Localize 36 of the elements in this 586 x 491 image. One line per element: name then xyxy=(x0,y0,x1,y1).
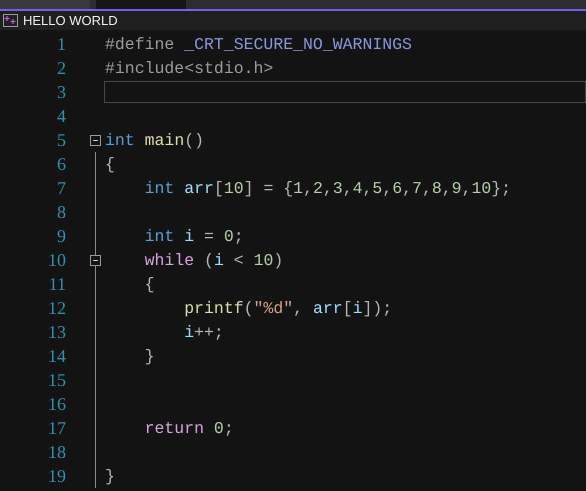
code-line: { xyxy=(104,154,116,175)
line-number: 16 xyxy=(47,394,66,414)
line-number: 18 xyxy=(47,442,66,462)
line-number: 7 xyxy=(56,178,66,198)
line-number: 11 xyxy=(48,274,66,294)
line-number: 8 xyxy=(56,202,66,222)
code-line: int i = 0; xyxy=(144,226,245,247)
code-line: #define _CRT_SECURE_NO_WARNINGS xyxy=(104,34,413,55)
code-line: return 0; xyxy=(144,418,235,439)
code-line: i++; xyxy=(183,322,225,343)
line-number: 10 xyxy=(47,250,66,270)
code-line: { xyxy=(144,274,156,295)
line-number: 9 xyxy=(56,226,66,246)
document-title: HELLO WORLD xyxy=(23,13,118,28)
line-number: 13 xyxy=(47,322,66,342)
line-number: 14 xyxy=(47,346,66,366)
code-line: int main() xyxy=(104,130,206,151)
code-line: #include<stdio.h> xyxy=(104,58,274,79)
code-line: while (i < 10) xyxy=(144,250,284,271)
line-number: 6 xyxy=(56,154,66,174)
line-number: 12 xyxy=(47,298,66,318)
collapse-icon[interactable] xyxy=(90,135,101,146)
code-line: } xyxy=(104,466,116,487)
code-line: int arr[10] = {1,2,3,4,5,6,7,8,9,10}; xyxy=(144,178,512,199)
line-number: 3 xyxy=(56,82,66,102)
project-icon xyxy=(3,14,18,27)
line-number: 1 xyxy=(56,34,66,54)
code-line: } xyxy=(144,346,156,367)
code-line: printf("%d", arr[i]); xyxy=(183,298,394,319)
line-number: 15 xyxy=(47,370,66,390)
line-number: 4 xyxy=(56,106,66,126)
line-number: 5 xyxy=(56,130,66,150)
line-number: 17 xyxy=(47,418,66,438)
line-number: 2 xyxy=(56,58,66,78)
collapse-icon[interactable] xyxy=(90,255,101,266)
line-number: 19 xyxy=(47,466,66,486)
